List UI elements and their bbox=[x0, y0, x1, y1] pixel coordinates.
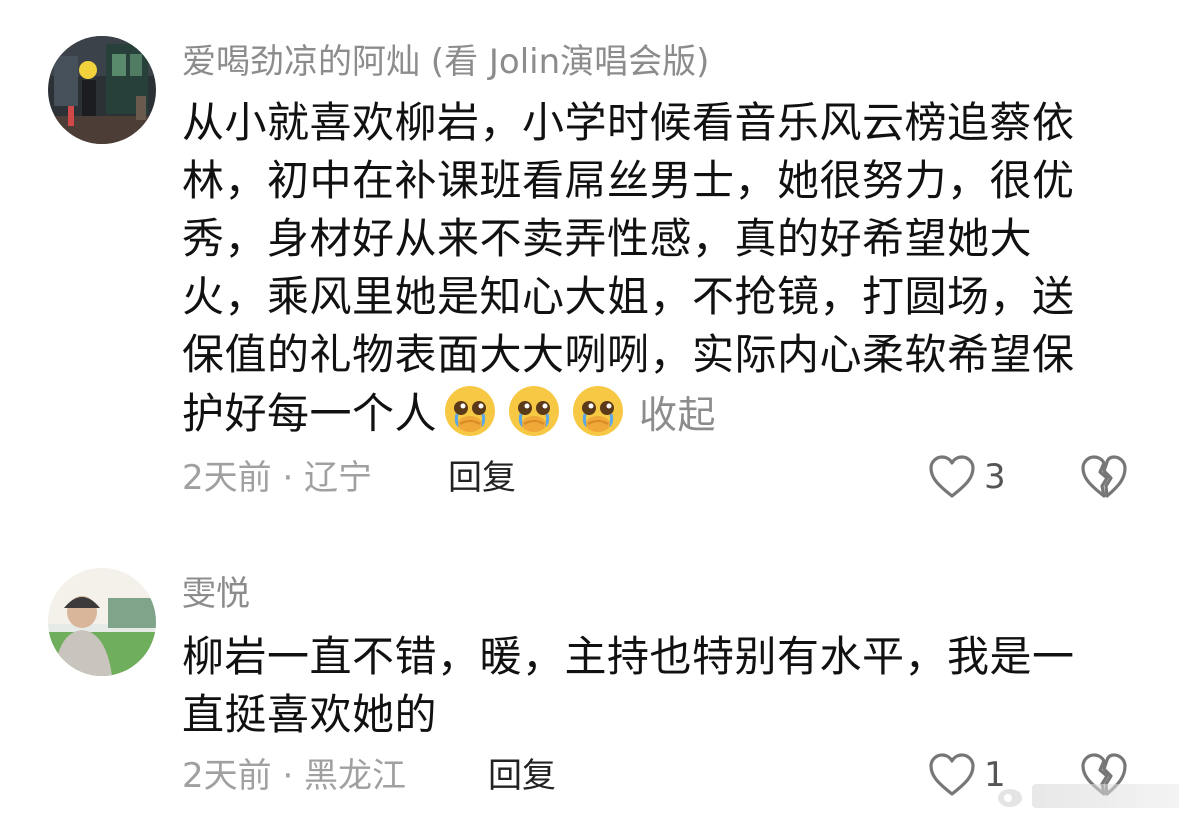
username[interactable]: 爱喝劲凉的阿灿 (看 Jolin演唱会版) bbox=[182, 42, 709, 82]
emoji-group bbox=[443, 384, 625, 438]
dislike-button[interactable] bbox=[1080, 454, 1128, 504]
heart-icon bbox=[929, 753, 975, 796]
pleading-face-icon bbox=[573, 386, 624, 436]
reply-button[interactable]: 回复 bbox=[488, 756, 556, 796]
like-count: 3 bbox=[984, 457, 1006, 497]
comment-meta: 2天前 · 辽宁 bbox=[182, 458, 373, 498]
reply-button[interactable]: 回复 bbox=[448, 458, 516, 498]
comment-meta: 2天前 · 黑龙江 bbox=[182, 756, 407, 796]
comment-body: 柳岩一直不错，暖，主持也特别有水平，我是一直挺喜欢她的 bbox=[182, 632, 1075, 739]
heart-icon bbox=[929, 455, 975, 498]
watermark-logo-icon bbox=[998, 789, 1022, 807]
avatar-image bbox=[48, 568, 156, 676]
avatar-image bbox=[48, 36, 156, 144]
comment-text: 从小就喜欢柳岩，小学时候看音乐风云榜追蔡依林，初中在补课班看屌丝男士，她很努力，… bbox=[182, 94, 1102, 444]
pleading-face-icon bbox=[445, 386, 496, 436]
broken-heart-icon bbox=[1081, 455, 1127, 498]
comment-item: 爱喝劲凉的阿灿 (看 Jolin演唱会版) 从小就喜欢柳岩，小学时候看音乐风云榜… bbox=[0, 0, 1179, 520]
username[interactable]: 雯悦 bbox=[182, 574, 250, 614]
like-button[interactable]: 1 bbox=[928, 752, 1006, 798]
pleading-face-icon bbox=[509, 386, 560, 436]
comment-text: 柳岩一直不错，暖，主持也特别有水平，我是一直挺喜欢她的 bbox=[182, 628, 1102, 744]
watermark-bar bbox=[1032, 784, 1179, 808]
avatar[interactable] bbox=[48, 36, 156, 144]
like-button[interactable]: 3 bbox=[928, 454, 1006, 500]
avatar[interactable] bbox=[48, 568, 156, 676]
comment-body: 从小就喜欢柳岩，小学时候看音乐风云榜追蔡依林，初中在补课班看屌丝男士，她很努力，… bbox=[182, 98, 1075, 438]
watermark bbox=[996, 784, 1179, 808]
collapse-link[interactable]: 收起 bbox=[639, 393, 716, 437]
